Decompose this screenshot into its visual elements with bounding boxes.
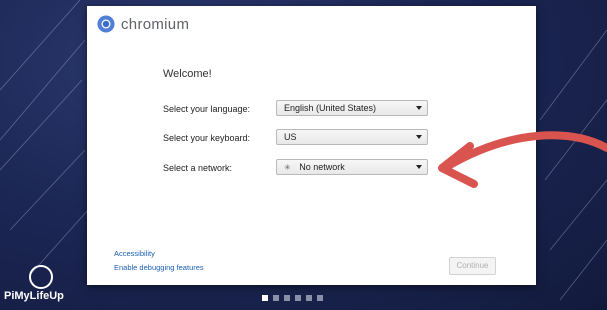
chevron-down-icon [416, 165, 422, 169]
language-label: Select your language: [163, 104, 251, 114]
language-select[interactable]: English (United States) [276, 100, 428, 116]
network-value: No network [299, 162, 345, 172]
page-dot[interactable] [284, 295, 290, 301]
brand-logo: chromium [97, 15, 189, 33]
language-value: English (United States) [284, 103, 377, 113]
network-select[interactable]: ✳ No network [276, 159, 428, 175]
chevron-down-icon [416, 135, 422, 139]
page-dot[interactable] [306, 295, 312, 301]
annotation-arrow-icon [438, 131, 607, 188]
keyboard-label: Select your keyboard: [163, 133, 251, 143]
keyboard-value: US [284, 132, 297, 142]
page-dot[interactable] [317, 295, 323, 301]
page-dot[interactable] [295, 295, 301, 301]
pagination-dots [262, 295, 323, 301]
logo-icon [29, 265, 53, 289]
watermark: PiMyLifeUp [4, 262, 94, 307]
brand-name: chromium [121, 15, 190, 33]
chromium-icon [97, 15, 115, 33]
debugging-link[interactable]: Enable debugging features [114, 263, 204, 272]
keyboard-select[interactable]: US [276, 129, 428, 145]
page-dot[interactable] [262, 295, 268, 301]
watermark-text: PiMyLifeUp [4, 290, 64, 302]
chevron-down-icon [416, 106, 422, 110]
welcome-heading: Welcome! [163, 68, 212, 80]
continue-button[interactable]: Continue [449, 257, 496, 275]
accessibility-link[interactable]: Accessibility [114, 249, 155, 258]
network-icon: ✳ [284, 163, 291, 172]
page-dot[interactable] [273, 295, 279, 301]
network-label: Select a network: [163, 163, 233, 173]
